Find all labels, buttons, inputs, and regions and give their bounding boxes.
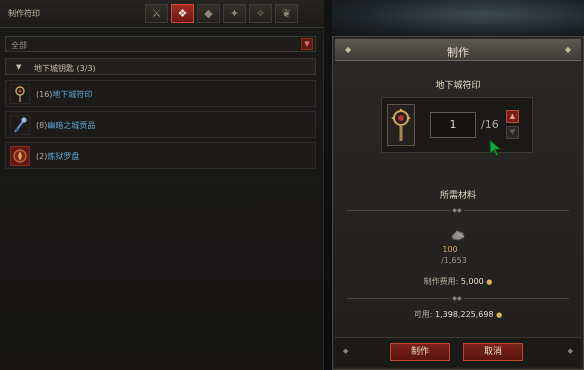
chevron-up-icon: ▲ [509,112,516,120]
mouse-cursor-icon [489,139,503,157]
divider-ornament-icon: ◆◆ [450,295,464,302]
panel-header: 制作符印 ⚔ ❖ ◆ ✦ ✧ ❦ [0,0,324,28]
divider-ornament-icon: ◆◆ [450,207,464,214]
ornament-icon: ◆ [564,45,571,54]
quantity-box: 1 /16 ▲ ▼ [381,97,533,153]
sigil-icon [387,104,415,146]
dialog-header: ◆ 制作 ◆ [335,39,581,61]
category-label: 地下城钥匙 (3/3) [34,64,96,73]
decrease-button[interactable]: ▼ [506,126,519,139]
craft-dialog: ◆ 制作 ◆ 地下城符印 1 /16 ▲ ▼ 所需材料 ◆◆ 100 /1,65… [332,36,584,370]
tab-gems[interactable]: ◆ [197,4,220,23]
tab-weapons[interactable]: ⚔ [145,4,168,23]
list-item[interactable]: (2)炼狱罗盘 [5,142,316,169]
ornament-icon: ◆ [567,347,573,355]
material-required: /1,653 [441,256,467,265]
tribute-icon [10,115,30,135]
scroll-icon: ❦ [281,7,292,20]
item-count: (8) [36,121,48,130]
item-count: (2) [36,152,48,161]
chevron-down-icon: ▼ [509,128,516,136]
dialog-title: 制作 [447,46,469,59]
cost-label: 制作费用: [423,277,459,286]
craft-button[interactable]: 制作 [390,343,450,361]
available-label: 可用: [413,310,433,319]
item-name: 幽暗之城贡品 [47,121,96,130]
list-item[interactable]: (8)幽暗之城贡品 [5,111,316,138]
item-count: (16) [36,90,53,99]
item-name: 地下城符印 [52,90,93,99]
material-owned: 100 [442,245,458,254]
gem-icon: ◆ [204,7,213,20]
collapse-arrow-icon[interactable]: ▼ [16,63,21,71]
filter-dropdown[interactable]: 全部 ▼ [5,36,316,52]
sigil-tab-icon: ❖ [177,7,188,20]
tab-sigils[interactable]: ❖ [171,4,194,23]
chevron-down-icon[interactable]: ▼ [301,38,313,50]
tab-misc[interactable]: ❦ [275,4,298,23]
quantity-input[interactable]: 1 [430,112,476,138]
available-value: 1,398,225,698 [435,310,494,319]
available-gold: 可用: 1,398,225,698 ● [333,309,583,320]
quantity-max: /16 [481,118,499,131]
increase-button[interactable]: ▲ [506,110,519,123]
crafting-screen: 制作符印 ⚔ ❖ ◆ ✦ ✧ ❦ 全部 ▼ ▼ 地下城钥匙 (3/3) (16)… [0,0,584,370]
sigil-list-panel: 制作符印 ⚔ ❖ ◆ ✦ ✧ ❦ 全部 ▼ ▼ 地下城钥匙 (3/3) (16)… [0,0,324,370]
dialog-footer: ◆ 制作 取消 ◆ [335,337,581,367]
tab-elixirs[interactable]: ✦ [223,4,246,23]
craft-item-name: 地下城符印 [435,81,481,91]
sigil-icon [10,84,30,104]
panel-gap [324,0,332,370]
category-tabs: ⚔ ❖ ◆ ✦ ✧ ❦ [145,4,298,23]
panel-title: 制作符印 [8,9,40,18]
elixir-icon: ✦ [229,7,240,20]
material-icon [451,230,465,241]
list-item[interactable]: (16)地下城符印 [5,80,316,107]
cancel-button[interactable]: 取消 [463,343,523,361]
required-materials-title: 所需材料 [439,191,476,201]
incense-icon: ✧ [255,7,266,20]
category-header[interactable]: ▼ 地下城钥匙 (3/3) [5,58,316,75]
item-name: 炼狱罗盘 [47,152,80,161]
craft-cost: 制作费用: 5,000 ● [333,276,583,287]
sigil-list: (16)地下城符印 (8)幽暗之城贡品 (2)炼狱罗盘 [5,80,316,173]
world-background [332,0,584,36]
gold-coin-icon: ● [496,311,503,319]
weapon-icon: ⚔ [151,7,162,20]
ornament-icon: ◆ [343,347,349,355]
filter-value: 全部 [11,41,27,50]
tab-incense[interactable]: ✧ [249,4,272,23]
divider: ◆◆ [347,207,569,214]
gold-coin-icon: ● [486,278,493,286]
compass-icon [10,146,30,166]
cost-value: 5,000 [460,277,484,286]
divider: ◆◆ [347,295,569,302]
